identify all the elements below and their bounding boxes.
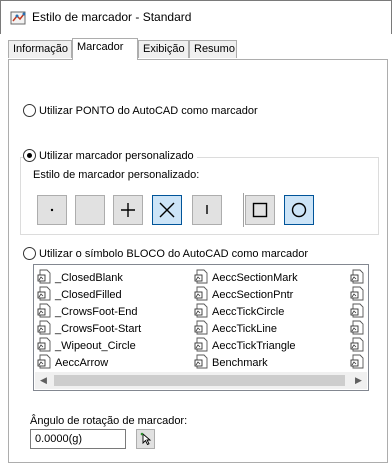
square-icon [252,202,268,218]
marker-dot-button[interactable] [37,195,67,225]
custom-style-label: Estilo de marcador personalizado: [33,169,200,181]
scroll-left-arrow-icon[interactable]: ◀ [35,372,52,389]
rotation-angle-input[interactable] [30,429,126,449]
block-symbol-icon [194,269,212,287]
tab-exibicao[interactable]: Exibição [138,40,189,58]
tab-resumo[interactable]: Resumo [189,40,237,58]
cursor-pick-icon [140,432,151,446]
block-symbol-icon [37,320,55,338]
block-list-item[interactable] [350,303,368,320]
block-symbol-icon [194,286,212,304]
block-list-item[interactable] [350,354,368,371]
block-list-item[interactable]: AeccArrow [37,354,108,371]
rotation-label: Ângulo de rotação de marcador: [30,415,188,427]
block-list-item[interactable]: AeccTickLine [194,320,277,337]
point-marker-option[interactable]: Utilizar PONTO do AutoCAD como marcador [23,104,258,117]
block-radio[interactable] [23,247,36,260]
block-symbol-icon [350,354,368,372]
scroll-right-arrow-icon[interactable]: ▶ [350,372,367,389]
block-symbol-icon [37,303,55,321]
block-list-item[interactable]: AeccSectionPntr [194,286,293,303]
block-symbol-icon [350,269,368,287]
block-list-item-label: AeccSectionPntr [212,288,294,301]
block-list-item[interactable]: AeccSectionMark [194,269,298,286]
block-list-item[interactable]: _CrowsFoot-End [37,303,138,320]
marker-circle-button[interactable] [284,195,314,225]
block-list-item[interactable]: AeccTickCircle [194,303,284,320]
block-list-item-label: AeccTickCircle [212,305,285,318]
block-list-item-label: AeccSectionMark [212,271,298,284]
block-list-item-label: _CrowsFoot-Start [55,322,142,335]
block-list-item-label: AeccArrow [55,356,109,369]
block-symbol-icon [350,320,368,338]
block-symbol-icon [350,286,368,304]
block-list-item-label: _Wipeout_Circle [55,339,136,352]
block-list[interactable]: ◀ ▶ _ClosedBlank _ClosedFilled _CrowsFoot-… [33,264,369,391]
dot-icon [50,208,54,212]
tab-strip: Informação Marcador Exibição Resumo [8,38,388,60]
block-symbol-icon [37,337,55,355]
block-list-item[interactable]: _ClosedBlank [37,269,123,286]
tab-informacao[interactable]: Informação [8,40,72,58]
block-list-item[interactable] [350,286,368,303]
x-cross-icon [159,202,175,218]
custom-marker-option[interactable]: Utilizar marcador personalizado [23,149,197,162]
block-label: Utilizar o símbolo BLOCO do AutoCAD como… [39,247,308,260]
custom-style-caption: Estilo de marcador personalizado: [33,169,199,181]
circle-icon [291,202,307,218]
block-list-item-label: _ClosedFilled [55,288,122,301]
block-symbol-icon [194,320,212,338]
plus-icon [121,203,135,217]
marker-square-button[interactable] [245,195,275,225]
window-title: Estilo de marcador - Standard [32,10,192,24]
block-list-item[interactable] [350,320,368,337]
block-list-item-label: AeccTickTriangle [212,339,296,352]
marker-x-button[interactable] [152,195,182,225]
block-list-item[interactable]: _Wipeout_Circle [37,337,136,354]
block-list-item[interactable] [350,269,368,286]
block-symbol-icon [350,337,368,355]
block-list-item[interactable]: _ClosedFilled [37,286,122,303]
point-radio[interactable] [23,104,36,117]
marker-tick-button[interactable] [192,195,222,225]
block-marker-option[interactable]: Utilizar o símbolo BLOCO do AutoCAD como… [23,247,308,260]
scroll-thumb[interactable] [54,375,345,386]
marker-plus-button[interactable] [113,195,143,225]
block-symbol-icon [194,303,212,321]
block-list-item[interactable]: _CrowsFoot-Start [37,320,141,337]
marker-panel [8,59,388,463]
button-separator [243,193,244,227]
block-list-item-label: Benchmark [212,356,268,369]
block-list-item[interactable]: Benchmark [194,354,268,371]
vertical-tick-icon [206,205,208,214]
custom-radio[interactable] [23,149,36,162]
point-label: Utilizar PONTO do AutoCAD como marcador [39,104,258,117]
block-list-item[interactable] [350,337,368,354]
block-symbol-icon [37,354,55,372]
block-symbol-icon [350,303,368,321]
block-list-item[interactable]: AeccTickTriangle [194,337,296,354]
block-symbol-icon [37,286,55,304]
block-list-item-label: _ClosedBlank [55,271,123,284]
block-symbol-icon [194,354,212,372]
block-list-item-label: AeccTickLine [212,322,278,335]
block-symbol-icon [194,337,212,355]
block-symbol-icon [37,269,55,287]
title-bar: Estilo de marcador - Standard [0,0,392,34]
tab-marcador[interactable]: Marcador [72,38,138,60]
pick-angle-button[interactable] [136,429,155,449]
app-icon [10,9,28,27]
horizontal-scrollbar[interactable]: ◀ ▶ [35,372,367,389]
block-list-item-label: _CrowsFoot-End [55,305,138,318]
custom-label: Utilizar marcador personalizado [39,149,194,162]
marker-none-button[interactable] [75,195,105,225]
